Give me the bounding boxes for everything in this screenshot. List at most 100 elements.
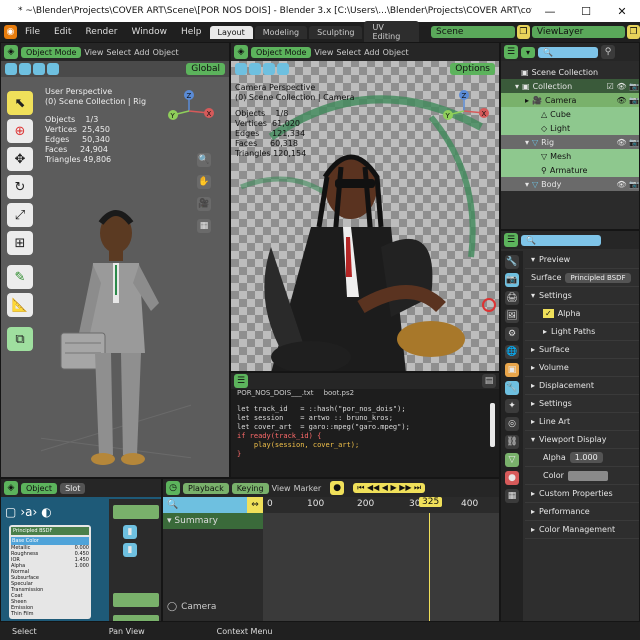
maximize-button[interactable]: ☐ (568, 5, 604, 18)
annotate-tool-icon[interactable]: ✎ (7, 265, 33, 289)
expand-chevron-icon[interactable]: ▾ (515, 82, 519, 91)
section-line-art[interactable]: ▸ Line Art (525, 413, 639, 431)
blender-logo-icon[interactable]: ◉ (4, 25, 17, 39)
render-tab-icon[interactable]: 📷 (505, 273, 519, 287)
options-selector[interactable]: Options (450, 63, 495, 75)
visibility-icon[interactable]: 👁 📷 (616, 96, 639, 105)
menu-object[interactable]: Object (383, 48, 409, 57)
surface-shader-selector[interactable]: Principled BSDF (565, 272, 631, 283)
menu-object[interactable]: Object (153, 48, 179, 57)
copy-icon[interactable]: ❐ (627, 25, 640, 39)
editor-type-icon[interactable]: ☰ (234, 374, 248, 388)
text-filename[interactable]: POR_NOS_DOIS___.txt (237, 389, 314, 401)
modifier-tab-icon[interactable]: 🔧 (505, 381, 519, 395)
shader-editor[interactable]: ◈ Object Slot ▢ ›a› ◐ Principled BSDF Base… (0, 478, 162, 622)
object-selector[interactable]: Object (21, 482, 58, 494)
outliner-row[interactable]: ▽ Mesh (501, 149, 639, 163)
expand-chevron-icon[interactable]: ▾ (525, 138, 529, 147)
section-settings[interactable]: ▾ Settings (525, 287, 639, 305)
outliner-row[interactable]: ▾ ▽ Rig 👁 📷 (501, 135, 639, 149)
expand-chevron-icon[interactable]: ▾ (525, 180, 529, 189)
menu-add[interactable]: Add (134, 48, 150, 57)
minimize-button[interactable]: — (532, 5, 568, 18)
menu-edit[interactable]: Edit (48, 27, 77, 37)
select-box-icon[interactable] (5, 63, 17, 75)
dopesheet-area[interactable] (263, 513, 499, 621)
swap-icon[interactable]: ⇔ (247, 497, 263, 513)
world-tab-icon[interactable]: 🌐 (505, 345, 519, 359)
tab-modeling[interactable]: Modeling (254, 25, 308, 39)
alpha-value-field[interactable]: 1.000 (569, 452, 603, 463)
menu-keying[interactable]: Keying (231, 482, 269, 494)
section-color-management[interactable]: ▸ Color Management (525, 521, 639, 539)
outliner[interactable]: ☰ ▾ 🔍 ⚲ ▣ Scene Collection ▾ ▣ Collection ☑ … (500, 42, 640, 230)
view-layer-selector[interactable]: ViewLayer (531, 26, 626, 38)
menu-window[interactable]: Window (125, 27, 173, 37)
navigation-gizmo-icon[interactable]: Z X Y (436, 89, 496, 129)
data-tab-icon[interactable]: ▽ (505, 453, 519, 467)
tab-layout[interactable]: Layout (209, 25, 253, 39)
text-editor[interactable]: ☰ ▤ POR_NOS_DOIS___.txt boot.ps2 let tra… (230, 372, 500, 478)
section-volume[interactable]: ▸ Volume (525, 359, 639, 377)
menu-file[interactable]: File (19, 27, 46, 37)
alpha-row[interactable]: ✓ Alpha (525, 305, 639, 323)
tab-sculpting[interactable]: Sculpting (309, 25, 363, 39)
viewport-left[interactable]: ◈ Object Mode View Select Add Object Glo… (0, 42, 230, 478)
select-invert-icon[interactable] (277, 63, 289, 75)
outliner-row[interactable]: ⚲ Armature (501, 163, 639, 177)
properties-search-field[interactable]: 🔍 (521, 234, 601, 246)
measure-tool-icon[interactable]: 📐 (7, 293, 33, 317)
editor-type-icon[interactable]: ☰ (504, 233, 518, 247)
text-options-icon[interactable]: ▤ (482, 374, 496, 388)
section-displacement[interactable]: ▸ Displacement (525, 377, 639, 395)
surface-row[interactable]: Surface Principled BSDF (525, 269, 639, 287)
node-item-icon[interactable]: ▮ (123, 525, 137, 539)
section-custom-properties[interactable]: ▸ Custom Properties (525, 485, 639, 503)
current-frame-indicator[interactable]: 325 (419, 497, 443, 507)
rotate-tool-icon[interactable]: ↻ (7, 175, 33, 199)
principled-bsdf-node[interactable]: Principled BSDF Base Color Metallic 0.000… (9, 525, 91, 619)
section-performance[interactable]: ▸ Performance (525, 503, 639, 521)
menu-add[interactable]: Add (364, 48, 380, 57)
select-subtract-icon[interactable] (33, 63, 45, 75)
cursor-tool-icon[interactable]: ⊕ (7, 119, 33, 143)
transform-tool-icon[interactable]: ⊞ (7, 231, 33, 255)
outliner-row[interactable]: ▾ ▽ Body 👁 📷 (501, 177, 639, 191)
mode-selector[interactable]: Object Mode (21, 46, 82, 58)
editor-type-icon[interactable]: ☰ (504, 45, 518, 59)
text-scrollbar[interactable] (490, 403, 495, 447)
visibility-icon[interactable]: 👁 📷 (616, 138, 639, 147)
outliner-row[interactable]: ▸ 🎥 Camera 👁 📷 (501, 93, 639, 107)
physics-tab-icon[interactable]: ◎ (505, 417, 519, 431)
editor-type-icon[interactable]: ◈ (4, 45, 18, 59)
select-tool-icon[interactable]: ⬉ (7, 91, 33, 115)
light-paths-row[interactable]: ▸ Light Paths (525, 323, 639, 341)
select-extend-icon[interactable] (249, 63, 261, 75)
add-cube-tool-icon[interactable]: ⧉ (7, 327, 33, 351)
output-tab-icon[interactable]: 🖨 (505, 291, 519, 305)
navigation-gizmo-icon[interactable]: Z X Y (161, 89, 221, 129)
editor-type-icon[interactable]: ◈ (234, 45, 248, 59)
select-invert-icon[interactable] (47, 63, 59, 75)
select-box-icon[interactable] (235, 63, 247, 75)
texture-tab-icon[interactable]: ▦ (505, 489, 519, 503)
menu-view[interactable]: View (272, 484, 291, 493)
close-button[interactable]: ✕ (604, 5, 640, 18)
select-subtract-icon[interactable] (263, 63, 275, 75)
scale-tool-icon[interactable]: ⤢ (7, 203, 33, 227)
viewport-camera[interactable]: ◈ Object Mode View Select Add Object Opt… (230, 42, 500, 372)
alpha-value-row[interactable]: Alpha 1.000 (525, 449, 639, 467)
visibility-icon[interactable]: ☑ 👁 📷 (607, 82, 639, 91)
particles-tab-icon[interactable]: ✦ (505, 399, 519, 413)
record-icon[interactable]: ● (330, 481, 345, 495)
menu-view[interactable]: View (314, 48, 333, 57)
menu-marker[interactable]: Marker (294, 484, 322, 493)
object-tab-icon[interactable]: ▣ (505, 363, 519, 377)
outliner-row[interactable]: ◇ Light (501, 121, 639, 135)
visibility-icon[interactable]: 👁 📷 (616, 180, 639, 189)
scene-tab-icon[interactable]: ⚙ (505, 327, 519, 341)
summary-track[interactable]: ▾ Summary (163, 513, 263, 529)
outliner-row[interactable]: ▾ ▣ Collection ☑ 👁 📷 (501, 79, 639, 93)
constraints-tab-icon[interactable]: ⛓ (505, 435, 519, 449)
sidebar-panel-header[interactable] (113, 505, 159, 519)
